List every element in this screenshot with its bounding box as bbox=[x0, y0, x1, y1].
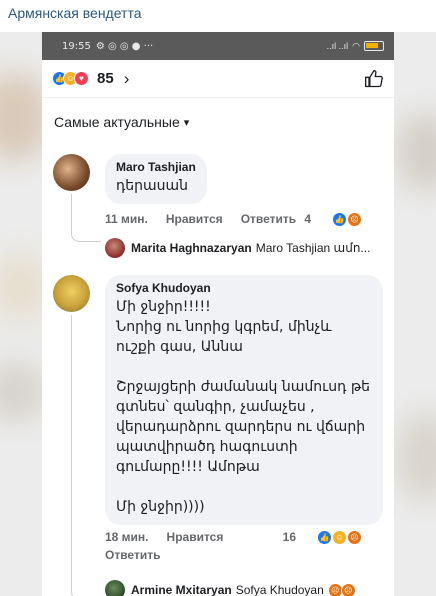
reaction-count: 85 bbox=[97, 70, 114, 87]
comment-reaction-count: 16 bbox=[282, 530, 296, 544]
chevron-down-icon: ▾ bbox=[183, 116, 190, 129]
thread-line bbox=[71, 315, 101, 596]
thread-line bbox=[71, 194, 101, 242]
battery-icon bbox=[364, 41, 384, 51]
reactions-bar: 👍 ☺ ♥ 85 › bbox=[42, 60, 394, 98]
avatar[interactable] bbox=[53, 154, 90, 191]
comment-bubble: Maro Tashjian դերասան bbox=[105, 154, 207, 204]
like-link[interactable]: Нравится bbox=[166, 212, 223, 226]
reply-preview[interactable]: Armine Mxitaryan Sofya Khudoyan ☹ ☹ bbox=[105, 580, 394, 596]
reactions-summary[interactable]: 👍 ☺ ♥ 85 › bbox=[52, 69, 129, 89]
angry-reaction-icon: ☹ bbox=[340, 582, 356, 596]
reply-link[interactable]: Ответить bbox=[105, 548, 160, 562]
avatar bbox=[105, 238, 125, 258]
post-header: Армянская вендетта bbox=[8, 5, 142, 23]
reply-author: Marita Haghnazaryan bbox=[131, 241, 252, 255]
avatar[interactable] bbox=[53, 275, 90, 312]
comment-time: 11 мин. bbox=[105, 212, 148, 226]
reply-text: Sofya Khudoyan bbox=[235, 583, 324, 596]
like-reaction-icon: 👍 bbox=[317, 529, 332, 545]
angry-reaction-icon: ☹ bbox=[347, 211, 362, 227]
like-link[interactable]: Нравится bbox=[167, 530, 224, 544]
comment: Maro Tashjian դերասան 11 мин. Нравится О… bbox=[42, 154, 394, 258]
comment-reactions[interactable]: 16 👍 ☺ ☹ bbox=[282, 529, 380, 545]
love-reaction-icon: ♥ bbox=[74, 71, 89, 86]
blurred-background bbox=[396, 112, 436, 192]
comment-author[interactable]: Sofya Khudoyan bbox=[116, 281, 372, 295]
reply-text: Maro Tashjian ամո... bbox=[255, 241, 371, 255]
comment: Sofya Khudoyan Մի ջնջիր!!!!! Նորից ու նո… bbox=[42, 275, 394, 596]
like-reaction-icon: 👍 bbox=[332, 211, 347, 227]
status-icons: ⚙ ◎ ◎ ● ··· bbox=[95, 40, 154, 52]
screenshot-photo: 19:55 ⚙ ◎ ◎ ● ··· ..ıl ..ıl ◠ 👍 ☺ ♥ 85 › bbox=[0, 32, 436, 596]
comment-reaction-count: 4 bbox=[304, 212, 311, 226]
comment-actions: 18 мин. Нравится 16 👍 ☺ ☹ bbox=[105, 529, 394, 545]
comment-actions: 11 мин. Нравится Ответить 4 👍 ☹ bbox=[105, 211, 394, 227]
comment-author[interactable]: Maro Tashjian bbox=[116, 160, 196, 174]
avatar bbox=[105, 580, 125, 596]
reply-author: Armine Mxitaryan bbox=[131, 583, 232, 596]
sort-label: Самые актуальные bbox=[54, 114, 180, 130]
comment-time: 18 мин. bbox=[105, 530, 149, 544]
comment-text: դերասան bbox=[116, 178, 189, 194]
reply-link[interactable]: Ответить bbox=[241, 212, 296, 226]
wow-reaction-icon: ☺ bbox=[332, 529, 347, 545]
angry-reaction-icon: ☹ bbox=[347, 529, 362, 545]
blurred-background bbox=[396, 412, 436, 502]
group-name-link[interactable]: Армянская вендетта bbox=[8, 5, 142, 21]
comment-actions: Ответить bbox=[105, 548, 394, 562]
blurred-background bbox=[0, 362, 45, 422]
like-button-icon[interactable] bbox=[364, 69, 384, 89]
wifi-icon: ◠ bbox=[352, 40, 360, 51]
phone-screen: 19:55 ⚙ ◎ ◎ ● ··· ..ıl ..ıl ◠ 👍 ☺ ♥ 85 › bbox=[42, 32, 394, 596]
reply-preview[interactable]: Marita Haghnazaryan Maro Tashjian ամո... bbox=[105, 238, 394, 258]
status-bar: 19:55 ⚙ ◎ ◎ ● ··· ..ıl ..ıl ◠ bbox=[42, 32, 394, 60]
signal-icon: ..ıl ..ıl bbox=[326, 41, 349, 51]
comment-reactions[interactable]: 4 👍 ☹ bbox=[304, 211, 380, 227]
chevron-right-icon: › bbox=[123, 68, 130, 88]
status-time: 19:55 bbox=[62, 40, 91, 52]
sort-selector[interactable]: Самые актуальные ▾ bbox=[42, 98, 394, 146]
comment-text: Մի ջնջիր!!!!! Նորից ու նորից կգրեմ, մինչ… bbox=[116, 299, 371, 515]
comment-bubble: Sofya Khudoyan Մի ջնջիր!!!!! Նորից ու նո… bbox=[105, 275, 383, 525]
